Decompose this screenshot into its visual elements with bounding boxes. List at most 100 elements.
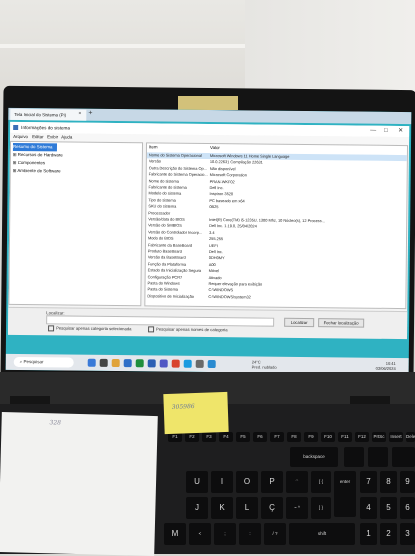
key-slash[interactable]: / ?	[264, 523, 286, 545]
taskbar-search-placeholder: Pesquisar	[23, 359, 44, 365]
new-tab-button[interactable]: +	[88, 110, 92, 117]
menu-exibir[interactable]: Exibir	[47, 133, 58, 141]
word-icon[interactable]	[147, 359, 156, 368]
details-rows: Nome do Sistema Operacional Microsoft Win…	[146, 143, 409, 299]
key-l[interactable]: L	[236, 497, 258, 519]
outlook-icon[interactable]	[183, 359, 192, 368]
browser-tab-title: Tela Inicial do Sistema (Pi)	[14, 111, 67, 118]
checkbox-label: Pesquisar apenas nomes de categoria	[156, 326, 228, 333]
key-enter[interactable]: enter	[334, 471, 356, 517]
background-door	[245, 0, 415, 100]
key-m[interactable]: M	[164, 523, 186, 545]
key-acute[interactable]: ´`	[286, 471, 308, 493]
key-f6[interactable]: F6	[253, 432, 267, 442]
key-f11[interactable]: F11	[338, 432, 352, 442]
maximize-button[interactable]: □	[384, 126, 388, 137]
menu-ajuda[interactable]: Ajuda	[61, 133, 72, 141]
key-num-multiply[interactable]	[392, 447, 415, 467]
file-explorer-icon[interactable]	[111, 358, 120, 368]
checkbox-box	[48, 325, 55, 332]
menu-editar[interactable]: Editar	[32, 133, 44, 141]
key-c-cedilla[interactable]: Ç	[261, 497, 283, 519]
key-prtsc[interactable]: PrtSc	[372, 432, 386, 442]
edge-icon[interactable]	[123, 359, 132, 368]
teams-icon[interactable]	[159, 359, 168, 368]
taskbar-search[interactable]: ⌕ Pesquisar	[13, 356, 74, 368]
key-i[interactable]: I	[211, 471, 233, 493]
key-num-2[interactable]: 2	[380, 523, 397, 545]
key-backspace[interactable]: backspace	[290, 447, 338, 467]
key-num-5[interactable]: 5	[380, 497, 397, 519]
system-info-window: Informações do sistema — □ ✕ Arquivo Edi…	[8, 121, 410, 340]
key-f5[interactable]: F5	[236, 432, 250, 442]
key-f3[interactable]: F3	[202, 432, 216, 442]
chrome-icon[interactable]	[171, 359, 180, 368]
key-semicolon[interactable]: ;	[214, 523, 236, 545]
key-f9[interactable]: F9	[304, 432, 318, 442]
key-num-4[interactable]: 4	[360, 497, 377, 519]
close-button[interactable]: ✕	[398, 126, 403, 137]
key-f4[interactable]: F4	[219, 432, 233, 442]
key-j[interactable]: J	[186, 497, 208, 519]
key-delete[interactable]: Delete	[406, 432, 415, 442]
key-f12[interactable]: F12	[355, 432, 369, 442]
key-num-7[interactable]: 7	[360, 471, 377, 493]
key-tilde[interactable]: ~ ^	[286, 497, 308, 519]
key-f10[interactable]: F10	[321, 432, 335, 442]
key-shift-right[interactable]: shift	[289, 523, 355, 545]
key-less-than[interactable]: <	[189, 523, 211, 545]
find-bar: Localizar: Localizar Fechar localização …	[8, 306, 408, 340]
find-button[interactable]: Localizar	[284, 317, 315, 328]
webcam-cover	[178, 96, 238, 110]
weather-widget[interactable]: 24°C Pred. nublado	[252, 359, 277, 369]
key-num-3[interactable]: 3	[400, 523, 415, 545]
settings-icon[interactable]	[195, 359, 204, 368]
key-f7[interactable]: F7	[270, 432, 284, 442]
key-num-lock[interactable]	[344, 447, 364, 467]
excel-icon[interactable]	[135, 359, 144, 368]
key-num-9[interactable]: 9	[400, 471, 415, 493]
key-u[interactable]: U	[186, 471, 208, 493]
key-o[interactable]: O	[236, 471, 258, 493]
clock[interactable]: 10:41 03/06/2024	[376, 361, 396, 371]
tab-close-icon[interactable]: ×	[78, 111, 81, 117]
system-info-taskbar-icon[interactable]	[207, 359, 216, 369]
sticky-note-text: 305986	[171, 403, 195, 411]
browser-tab[interactable]: Tela Inicial do Sistema (Pi)	[10, 108, 87, 121]
column-header-item[interactable]: Item	[149, 143, 158, 151]
close-find-button[interactable]: Fechar localização	[318, 318, 365, 328]
system-info-app-icon	[13, 124, 19, 131]
key-num-divide[interactable]	[368, 447, 388, 467]
start-icon[interactable]	[87, 358, 96, 367]
key-insert[interactable]: Insert	[389, 432, 403, 442]
tree-item-software[interactable]: ⊞ Ambiente de Software	[13, 167, 61, 176]
key-k[interactable]: K	[211, 497, 233, 519]
details-pane: Item Valor Nome do Sistema Operacional Mi…	[144, 142, 409, 310]
laptop-screen: Tela Inicial do Sistema (Pi) × + Informa…	[5, 107, 412, 375]
row-value: C:\WINDOWS\system32	[208, 293, 251, 300]
key-bracket-close[interactable]: ] }	[311, 497, 331, 519]
checkbox-label: Pesquisar apenas categoria selecionada	[56, 325, 132, 332]
key-f8[interactable]: F8	[287, 432, 301, 442]
key-f2[interactable]: F2	[185, 432, 199, 442]
table-row[interactable]: Dispositivo de Inicialização C:\WINDOWS\s…	[145, 293, 407, 302]
key-num-8[interactable]: 8	[380, 471, 397, 493]
task-view-icon[interactable]	[99, 358, 108, 367]
minimize-button[interactable]: —	[370, 126, 376, 137]
key-num-6[interactable]: 6	[400, 497, 415, 519]
checkbox-box	[148, 326, 155, 333]
category-tree: Resumo do Sistema ⊞ Recursos de Hardware…	[8, 140, 144, 307]
checkbox-selected-category[interactable]: Pesquisar apenas categoria selecionada	[48, 325, 132, 332]
checkbox-category-names[interactable]: Pesquisar apenas nomes de categoria	[148, 326, 228, 333]
sticky-note: 305986	[163, 391, 229, 435]
paper-sheet: 328	[0, 411, 158, 556]
weather-desc: Pred. nublado	[251, 364, 277, 370]
key-bracket-open[interactable]: [ {	[311, 471, 331, 493]
key-p[interactable]: P	[261, 471, 283, 493]
paper-handwriting: 328	[49, 419, 62, 427]
key-num-1[interactable]: 1	[360, 523, 377, 545]
menu-arquivo[interactable]: Arquivo	[13, 133, 28, 141]
key-colon[interactable]: :	[239, 523, 261, 545]
column-header-value[interactable]: Valor	[210, 144, 220, 152]
window-title: Informações do sistema	[21, 125, 70, 131]
